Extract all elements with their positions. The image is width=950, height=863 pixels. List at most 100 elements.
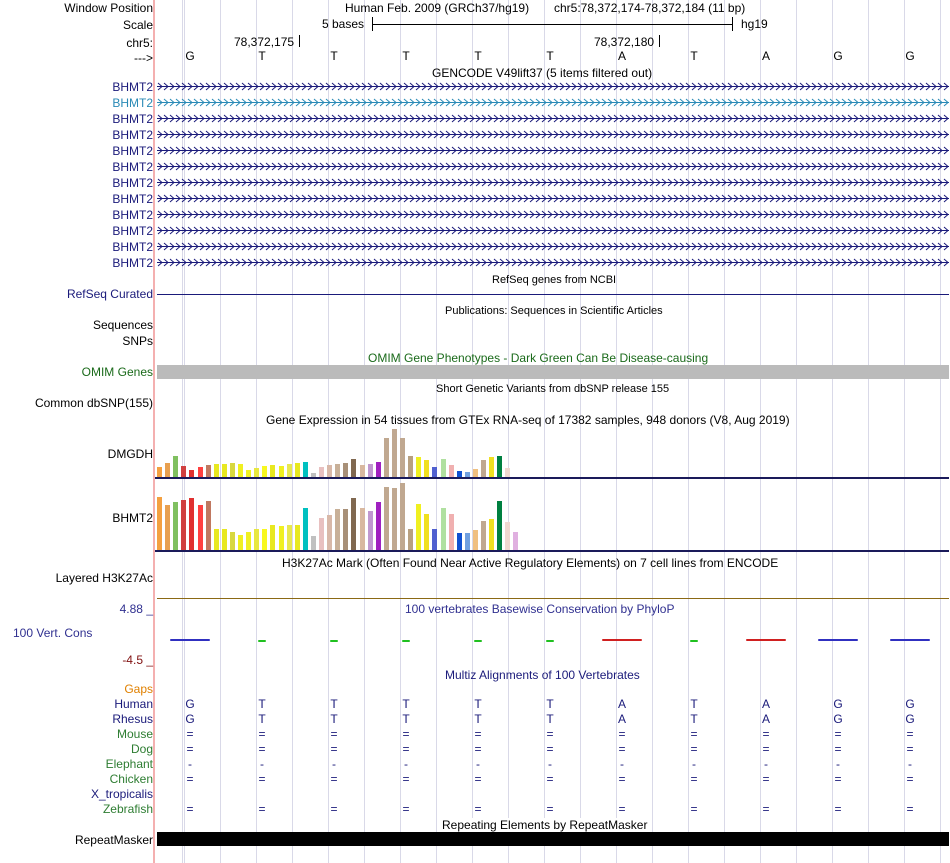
gtex-bar[interactable] [173,502,179,550]
gtex-bar[interactable] [513,532,519,550]
gtex-bar[interactable] [238,464,243,477]
gtex-bar[interactable] [335,464,341,477]
gtex-bar[interactable] [489,519,495,550]
gtex-label-bhmt2[interactable]: BHMT2 [112,511,153,525]
gtex-bar[interactable] [319,518,324,550]
gtex-bar[interactable] [197,505,203,550]
omim-gene-bar[interactable] [157,365,949,379]
gtex-bar[interactable] [481,521,486,550]
gtex-bar[interactable] [391,488,397,550]
gtex-bar[interactable] [302,508,308,550]
repeatmasker-title[interactable]: Repeating Elements by RepeatMasker [441,818,649,832]
gtex-bar[interactable] [302,462,308,477]
gtex-bar[interactable] [424,514,430,550]
gtex-bar[interactable] [416,457,422,477]
gtex-bar[interactable] [375,462,381,477]
species-label[interactable]: Chicken [110,772,153,786]
gtex-bar[interactable] [359,465,365,477]
gtex-bar[interactable] [416,504,422,550]
gtex-bar[interactable] [294,463,300,477]
gtex-bar[interactable] [327,465,333,477]
phylop-mark[interactable] [602,639,642,641]
gtex-bar[interactable] [213,464,219,477]
gtex-bar[interactable] [432,529,438,550]
gtex-bar[interactable] [400,438,405,477]
gtex-bar[interactable] [270,465,276,477]
gencode-row-label[interactable]: BHMT2 [112,80,153,94]
species-label[interactable]: Elephant [106,757,153,771]
gencode-transcript[interactable] [157,226,949,235]
phylop-mark[interactable] [402,640,410,642]
gtex-bar[interactable] [440,459,446,477]
dbsnp-title[interactable]: Short Genetic Variants from dbSNP releas… [436,382,669,396]
gencode-transcript[interactable] [157,146,949,155]
omim-title[interactable]: OMIM Gene Phenotypes - Dark Green Can Be… [368,351,708,365]
gtex-bar[interactable] [221,464,227,477]
phylop-mark[interactable] [818,639,858,641]
gtex-bar[interactable] [286,464,292,477]
phylop-mark[interactable] [546,640,554,642]
sequences-label[interactable]: Sequences [93,318,153,332]
species-label[interactable]: Mouse [117,727,153,741]
gencode-transcript[interactable] [157,162,949,171]
gtex-bar[interactable] [221,529,227,550]
gencode-row-label[interactable]: BHMT2 [112,96,153,110]
gtex-bar[interactable] [497,501,503,550]
phylop-title[interactable]: 100 vertebrates Basewise Conservation by… [405,602,674,616]
repeatmasker-bar[interactable] [157,832,949,846]
gtex-bar[interactable] [310,536,316,550]
gencode-title[interactable]: GENCODE V49lift37 (5 items filtered out) [432,66,652,80]
h3k27ac-title[interactable]: H3K27Ac Mark (Often Found Near Active Re… [282,556,778,570]
gtex-bar[interactable] [189,470,195,477]
gtex-bar[interactable] [375,502,381,550]
gtex-bar[interactable] [254,468,260,477]
gtex-bar[interactable] [456,533,462,550]
phylop-mark[interactable] [330,640,338,642]
gtex-bar[interactable] [205,501,211,550]
gtex-bar[interactable] [181,466,187,477]
gencode-row-label[interactable]: BHMT2 [112,176,153,190]
refseq-label[interactable]: RefSeq Curated [67,287,153,301]
gtex-bar[interactable] [351,498,357,550]
gtex-bar[interactable] [165,505,171,550]
gtex-bar[interactable] [254,529,260,550]
phylop-mark[interactable] [690,640,698,642]
gtex-bar[interactable] [181,500,187,550]
gtex-bar[interactable] [238,535,243,550]
species-label[interactable]: Human [114,697,153,711]
gtex-bar[interactable] [165,463,171,477]
gtex-bar[interactable] [367,511,373,550]
gtex-bar[interactable] [505,522,511,550]
gtex-bar[interactable] [213,529,219,550]
gencode-row-label[interactable]: BHMT2 [112,128,153,142]
phylop-label[interactable]: 100 Vert. Cons [13,626,92,640]
phylop-mark[interactable] [890,639,930,641]
gtex-bar[interactable] [319,467,324,477]
gtex-bar[interactable] [343,463,349,477]
gtex-bar[interactable] [472,530,478,550]
gtex-bar[interactable] [278,466,284,477]
gencode-transcript[interactable] [157,82,949,91]
gtex-bar[interactable] [246,470,252,477]
multiz-title[interactable]: Multiz Alignments of 100 Vertebrates [445,668,640,682]
repeatmasker-label[interactable]: RepeatMasker [75,833,153,847]
gtex-bar[interactable] [157,467,162,477]
gtex-bar[interactable] [448,514,454,550]
gencode-row-label[interactable]: BHMT2 [112,112,153,126]
gtex-bar[interactable] [440,508,446,550]
gtex-bar[interactable] [327,515,333,550]
gtex-bar[interactable] [351,459,357,477]
gencode-row-label[interactable]: BHMT2 [112,256,153,270]
gencode-transcript[interactable] [157,258,949,267]
omim-label[interactable]: OMIM Genes [82,365,153,379]
gencode-transcript[interactable] [157,210,949,219]
gtex-bar[interactable] [197,467,203,477]
gencode-row-label[interactable]: BHMT2 [112,208,153,222]
species-label[interactable]: X_tropicalis [91,787,153,801]
gtex-bar[interactable] [432,467,438,477]
gtex-bar[interactable] [278,526,284,550]
dbsnp-label[interactable]: Common dbSNP(155) [35,396,153,410]
gtex-bar[interactable] [173,456,179,477]
gtex-bar[interactable] [262,466,268,477]
gtex-bar[interactable] [189,498,195,550]
